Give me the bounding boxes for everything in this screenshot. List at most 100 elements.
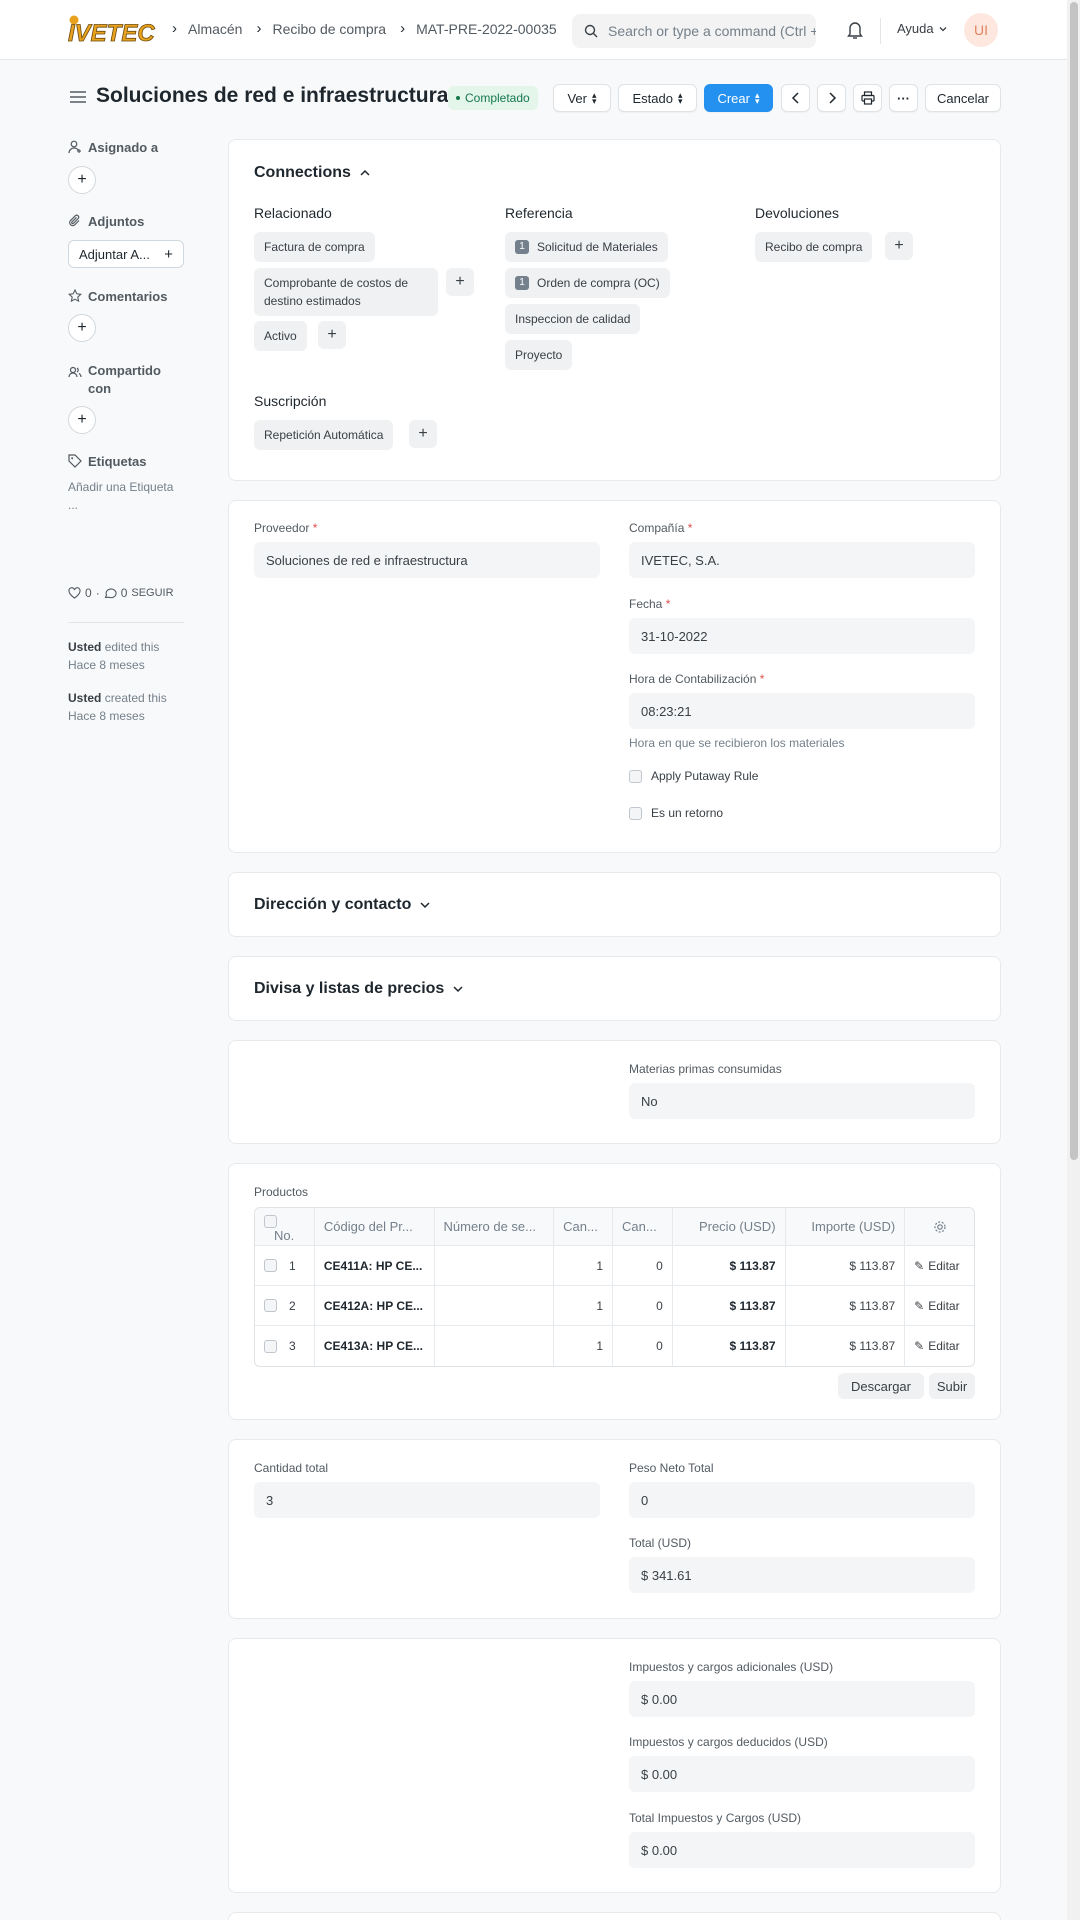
header-qty[interactable]: Can... — [554, 1208, 613, 1245]
link-solicitud-materiales[interactable]: 1 Solicitud de Materiales — [505, 232, 668, 262]
products-table: No. Código del Pr... Número de se... Can… — [254, 1207, 975, 1367]
add-repeticion-button[interactable]: + — [409, 420, 437, 448]
activity-item: Usted edited this Hace 8 meses — [68, 638, 184, 674]
bell-icon[interactable] — [846, 20, 864, 43]
cell-qty[interactable]: 1 — [554, 1286, 613, 1325]
raw-materials-select[interactable]: No — [629, 1083, 975, 1119]
date-field[interactable]: 31-10-2022 — [629, 618, 975, 654]
breadcrumb-item-document[interactable]: MAT-PRE-2022-00035 — [416, 21, 557, 37]
cell-code[interactable]: CE411A: HP CE... — [315, 1246, 435, 1285]
status-button[interactable]: Estado ▴ ▾ — [618, 84, 697, 112]
add-comprobante-button[interactable]: + — [446, 268, 474, 296]
currency-section[interactable]: Divisa y listas de precios — [228, 956, 1001, 1021]
add-activo-button[interactable]: + — [318, 321, 346, 349]
link-repeticion-automatica[interactable]: Repetición Automática — [254, 420, 394, 450]
edit-label: Editar — [928, 1339, 960, 1353]
cell-rate[interactable]: $ 113.87 — [673, 1326, 786, 1366]
avatar[interactable]: UI — [964, 13, 998, 47]
cell-amount[interactable]: $ 113.87 — [786, 1246, 906, 1285]
edit-row-button[interactable]: ✎ Editar — [905, 1326, 974, 1366]
search-input[interactable]: Search or type a command (Ctrl + G) — [572, 14, 816, 48]
column-settings[interactable] — [905, 1208, 974, 1245]
cell-qty2[interactable]: 0 — [613, 1326, 673, 1366]
link-inspeccion-calidad[interactable]: Inspeccion de calidad — [505, 304, 641, 334]
gear-icon[interactable] — [933, 1220, 947, 1234]
cancel-button[interactable]: Cancelar — [925, 84, 1001, 112]
table-header: No. Código del Pr... Número de se... Can… — [255, 1208, 974, 1246]
supplier-field[interactable]: Soluciones de red e infraestructura — [254, 542, 600, 578]
header-serial[interactable]: Número de se... — [435, 1208, 555, 1245]
add-comment-button[interactable]: + — [68, 314, 96, 342]
link-orden-compra[interactable]: 1 Orden de compra (OC) — [505, 268, 670, 298]
company-logo[interactable]: IVETEC — [68, 14, 160, 47]
link-proyecto[interactable]: Proyecto — [505, 340, 573, 370]
view-button[interactable]: Ver ▴ ▾ — [553, 84, 611, 112]
upload-button[interactable]: Subir — [929, 1373, 975, 1399]
add-recibo-button[interactable]: + — [885, 232, 913, 260]
link-factura-compra[interactable]: Factura de compra — [254, 232, 375, 262]
cell-serial[interactable] — [435, 1326, 555, 1366]
total-usd-label: Total (USD) — [629, 1536, 692, 1550]
row-no: 2 — [255, 1286, 315, 1325]
help-dropdown[interactable]: Ayuda — [897, 21, 948, 36]
edit-row-button[interactable]: ✎ Editar — [905, 1246, 974, 1285]
table-row[interactable]: 1 CE411A: HP CE... 1 0 $ 113.87 $ 113.87… — [255, 1246, 974, 1286]
add-share-button[interactable]: + — [68, 406, 96, 434]
cell-serial[interactable] — [435, 1286, 555, 1325]
edit-label: Editar — [928, 1258, 960, 1273]
row-checkbox[interactable] — [264, 1339, 277, 1353]
row-checkbox[interactable] — [264, 1299, 277, 1312]
table-row[interactable]: 2 CE412A: HP CE... 1 0 $ 113.87 $ 113.87… — [255, 1286, 974, 1326]
reference-heading: Referencia — [505, 205, 573, 221]
link-comprobante-costos[interactable]: Comprobante de costos de destino estimad… — [254, 268, 438, 316]
cell-qty[interactable]: 1 — [554, 1246, 613, 1285]
is-return-checkbox[interactable]: Es un retorno — [629, 806, 723, 820]
cell-code[interactable]: CE412A: HP CE... — [315, 1286, 435, 1325]
cell-code[interactable]: CE413A: HP CE... — [315, 1326, 435, 1366]
table-row[interactable]: 3 CE413A: HP CE... 1 0 $ 113.87 $ 113.87… — [255, 1326, 974, 1366]
connections-toggle[interactable]: Connections — [254, 164, 371, 182]
create-button[interactable]: Crear ▴ ▾ — [704, 84, 773, 112]
cell-serial[interactable] — [435, 1246, 555, 1285]
checkbox-box[interactable] — [629, 806, 642, 820]
breadcrumb-item-recibo[interactable]: Recibo de compra — [272, 21, 386, 37]
comment-icon[interactable] — [104, 587, 117, 599]
cell-rate[interactable]: $ 113.87 — [673, 1286, 786, 1325]
putaway-checkbox[interactable]: Apply Putaway Rule — [629, 769, 758, 783]
address-section[interactable]: Dirección y contacto — [228, 872, 1001, 937]
address-toggle[interactable]: Dirección y contacto — [254, 896, 431, 914]
edit-row-button[interactable]: ✎ Editar — [905, 1286, 974, 1325]
currency-toggle[interactable]: Divisa y listas de precios — [254, 980, 464, 998]
download-button[interactable]: Descargar — [838, 1373, 924, 1399]
header-amount[interactable]: Importe (USD) — [786, 1208, 906, 1245]
previous-button[interactable] — [781, 84, 810, 112]
cell-amount[interactable]: $ 113.87 — [786, 1326, 906, 1366]
cell-qty[interactable]: 1 — [554, 1326, 613, 1366]
time-field[interactable]: 08:23:21 — [629, 693, 975, 729]
select-all-checkbox[interactable] — [264, 1214, 277, 1228]
breadcrumb-item-almacen[interactable]: Almacén — [188, 21, 242, 37]
next-button[interactable] — [817, 84, 846, 112]
header-rate[interactable]: Precio (USD) — [673, 1208, 786, 1245]
sidebar-divider — [68, 622, 184, 623]
cell-amount[interactable]: $ 113.87 — [786, 1286, 906, 1325]
attach-file-button[interactable]: Adjuntar A... + — [68, 240, 184, 268]
checkbox-box[interactable] — [629, 769, 642, 783]
more-button[interactable]: ··· — [889, 84, 918, 112]
link-recibo-compra[interactable]: Recibo de compra — [755, 232, 873, 262]
header-qty2[interactable]: Can... — [613, 1208, 673, 1245]
sidebar-toggle-icon[interactable] — [69, 90, 87, 107]
scrollbar-thumb[interactable] — [1070, 2, 1078, 1160]
header-code[interactable]: Código del Pr... — [315, 1208, 435, 1245]
add-assignee-button[interactable]: + — [68, 166, 96, 194]
heart-icon[interactable] — [68, 587, 81, 599]
company-field[interactable]: IVETEC, S.A. — [629, 542, 975, 578]
link-activo[interactable]: Activo — [254, 321, 307, 351]
cell-rate[interactable]: $ 113.87 — [673, 1246, 786, 1285]
add-tag-link[interactable]: Añadir una Etiqueta — [68, 478, 173, 496]
cell-qty2[interactable]: 0 — [613, 1246, 673, 1285]
cell-qty2[interactable]: 0 — [613, 1286, 673, 1325]
row-checkbox[interactable] — [264, 1259, 277, 1272]
print-button[interactable] — [853, 84, 882, 112]
follow-link[interactable]: SEGUIR — [131, 584, 173, 602]
